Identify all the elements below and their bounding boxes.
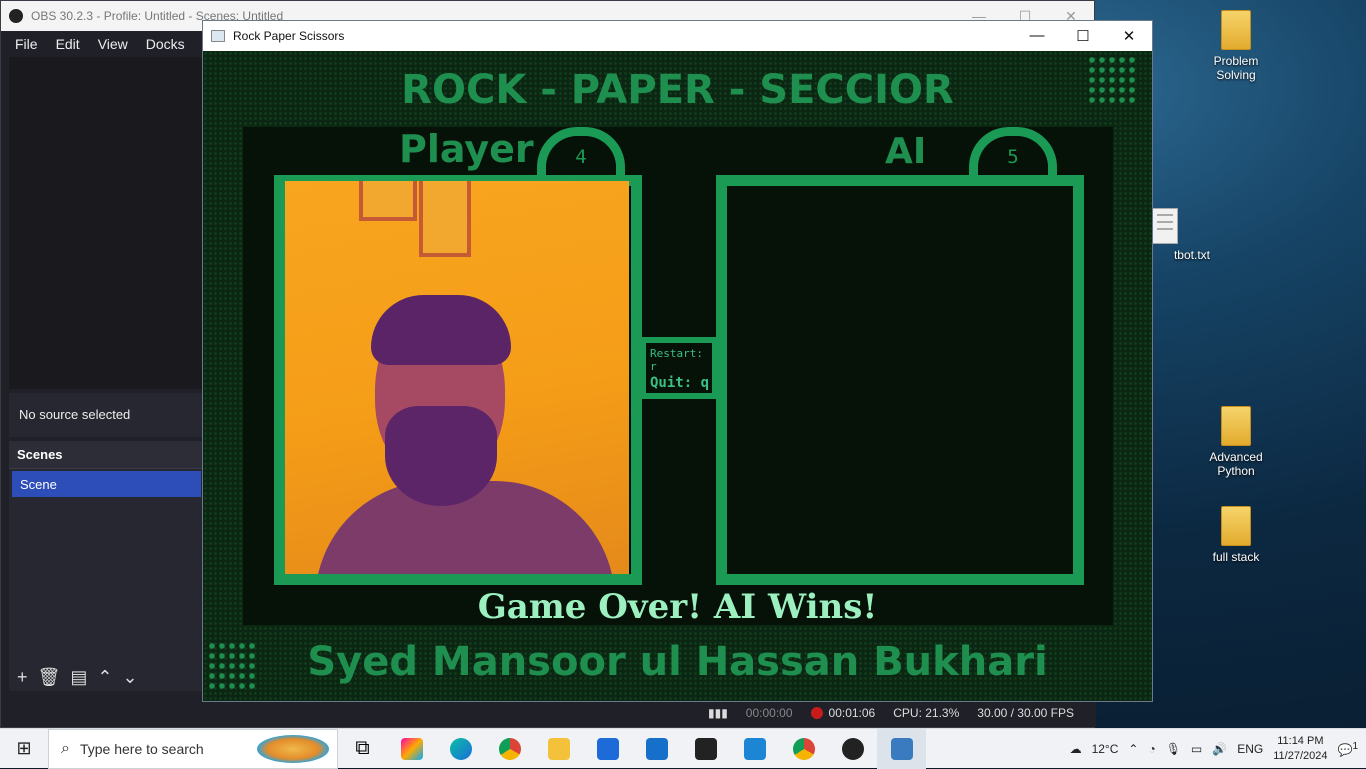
ai-label: AI [885,131,927,172]
clock[interactable]: 11:14 PM 11/27/2024 [1273,734,1327,764]
clock-date: 11/27/2024 [1273,749,1328,762]
minimize-icon[interactable]: — [1014,27,1060,45]
recording-status: 00:01:06 [810,706,876,720]
scene-toolbar: + 🗑 ▤ ⌃ ⌄ [9,663,204,691]
notification-icon[interactable]: 💬1 [1337,741,1358,757]
system-tray: ☁ 12°C ⌃ ◔ 🎙 ▭ 🔊 ENG 11:14 PM 11/27/2024… [1070,734,1366,764]
folder-icon [1221,10,1251,50]
terminal-icon[interactable] [681,729,730,769]
obs-logo-icon [9,9,23,23]
battery-icon[interactable]: ▭ [1191,742,1202,756]
edge-icon[interactable] [436,729,485,769]
author-name: Syed Mansoor ul Hassan Bukhari [307,639,1048,685]
menu-view[interactable]: View [98,36,128,52]
chrome-icon[interactable] [485,729,534,769]
obs-preview[interactable] [9,57,204,389]
move-down-icon[interactable]: ⌄ [122,667,137,688]
task-view-icon[interactable]: ⧉ [338,729,387,769]
search-highlight-image [257,734,329,763]
vscode-icon[interactable] [730,729,779,769]
signal-icon: ▮▮▮ [707,706,728,720]
network-icon[interactable]: ◔ [1148,742,1155,756]
windows-start-icon[interactable]: ⊞ [0,729,48,769]
obs-status-bar: ▮▮▮ 00:00:00 00:01:06 CPU: 21.3% 30.00 /… [1,699,1096,727]
text-file-icon [1152,208,1178,244]
ai-frame [716,175,1084,585]
chevron-up-icon[interactable]: ⌃ [1128,742,1138,756]
folder-icon [1221,406,1251,446]
search-placeholder: Type here to search [79,740,204,757]
app-icon [211,30,225,42]
rps-window-title: Rock Paper Scissors [233,29,345,43]
decorative-dots [1087,55,1137,105]
stream-time: 00:00:00 [745,706,793,720]
desktop-icon-problem-solving[interactable]: Problem Solving [1198,10,1274,82]
controls-box: Restart: r Quit: q [640,337,718,399]
microphone-icon[interactable]: 🎙 [1166,742,1181,756]
filter-icon[interactable]: ▤ [70,667,87,688]
file-explorer-icon[interactable] [534,729,583,769]
recording-time: 00:01:06 [828,706,876,720]
scene-item[interactable]: Scene [12,471,201,497]
language-indicator[interactable]: ENG [1237,742,1263,756]
wall-poster [419,181,471,257]
fps-readout: 30.00 / 30.00 FPS [977,706,1074,720]
weather-temp[interactable]: 12°C [1092,742,1119,756]
cpu-usage: CPU: 21.3% [893,706,960,720]
game-canvas: ROCK - PAPER - SECCIOR Player AI 4 5 Res… [203,51,1152,701]
scenes-header: Scenes [9,441,204,469]
store-icon[interactable] [583,729,632,769]
search-icon: ⌕ [61,739,70,757]
add-icon[interactable]: + [17,667,28,688]
obs-taskbar-icon[interactable] [828,729,877,769]
menu-file[interactable]: File [15,36,38,52]
player-camera-feed [285,181,629,574]
scenes-dock: Scenes Scene [9,441,204,691]
volume-icon[interactable]: 🔊 [1212,742,1227,756]
folder-icon [1221,506,1251,546]
game-title: ROCK - PAPER - SECCIOR [401,67,954,113]
taskbar: ⊞ ⌕ Type here to search ⧉ ☁ 12°C ⌃ ◔ 🎙 ▭… [0,728,1366,769]
rps-title-bar[interactable]: Rock Paper Scissors — ☐ ✕ [203,21,1152,51]
maximize-icon[interactable]: ☐ [1060,27,1106,45]
quit-hint: Quit: q [650,375,710,391]
clock-time: 11:14 PM [1277,734,1324,747]
chrome-profile-icon[interactable] [779,729,828,769]
close-icon[interactable]: ✕ [1106,27,1152,45]
notification-count: 1 [1352,740,1358,752]
copilot-icon[interactable] [387,729,436,769]
game-result: Game Over! AI Wins! [477,587,878,627]
mail-icon[interactable] [632,729,681,769]
trash-icon[interactable]: 🗑 [38,667,61,688]
rps-window: Rock Paper Scissors — ☐ ✕ ROCK - PAPER -… [202,20,1153,702]
python-app-icon[interactable] [877,728,926,769]
restart-hint: Restart: r [650,347,703,373]
desktop-icon-advanced-python[interactable]: Advanced Python [1198,406,1274,478]
menu-edit[interactable]: Edit [56,36,80,52]
menu-docks[interactable]: Docks [146,36,185,52]
desktop-icon-full-stack[interactable]: full stack [1198,506,1274,564]
record-icon [810,707,823,719]
move-up-icon[interactable]: ⌃ [97,667,112,688]
ai-score: 5 [1007,146,1019,168]
wall-poster [359,181,417,221]
person-hair [371,295,511,365]
player-score: 4 [575,146,587,168]
player-label: Player [399,127,534,171]
weather-icon[interactable]: ☁ [1070,742,1082,756]
taskbar-search[interactable]: ⌕ Type here to search [48,728,338,769]
no-source-label: No source selected [9,393,204,437]
person-beard [385,406,497,506]
